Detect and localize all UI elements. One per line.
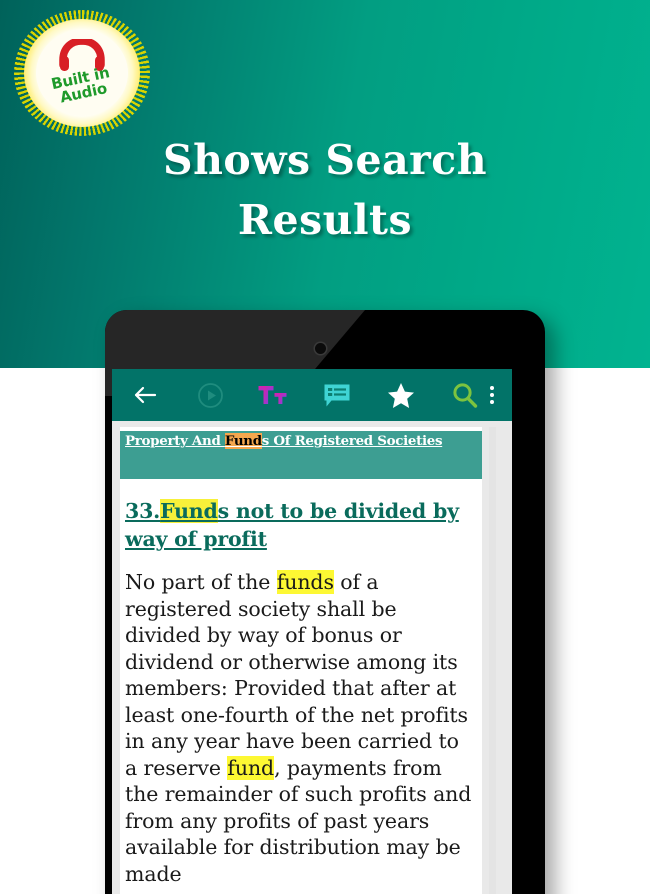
chapter-title-search-match: Fund [224, 433, 262, 449]
tablet-device-frame: Property And Funds Of Registered Societi… [105, 310, 545, 894]
badge-core: Built in Audio [36, 30, 128, 116]
body-search-match-1: funds [276, 570, 334, 594]
back-arrow-icon [134, 386, 157, 404]
chapter-title-banner: Property And Funds Of Registered Societi… [120, 431, 482, 479]
bookmark-button[interactable] [383, 375, 419, 415]
text-size-icon [258, 386, 287, 404]
play-audio-button[interactable] [193, 375, 227, 415]
overflow-menu-icon[interactable] [481, 375, 503, 415]
chapter-title-after: s Of Registered Societies [261, 433, 443, 449]
headline-line-2: Results [237, 196, 413, 244]
body-search-match-2: fund [227, 755, 275, 780]
document-page: Property And Funds Of Registered Societi… [120, 427, 482, 894]
section-heading: 33.Funds not to be divided by way of pro… [125, 497, 465, 553]
app-toolbar [112, 369, 512, 421]
search-icon [452, 382, 477, 408]
front-camera-icon [315, 343, 326, 354]
built-in-audio-badge: Built in Audio [12, 8, 152, 138]
headline-line-1: Shows Search [162, 136, 488, 184]
notes-icon [324, 384, 350, 406]
star-icon [388, 382, 414, 408]
section-body-text: No part of the funds of a registered soc… [125, 569, 473, 887]
chapter-title-text: Property And Funds Of Registered Societi… [125, 433, 478, 449]
search-button[interactable] [447, 375, 481, 415]
vertical-scrollbar[interactable] [489, 427, 496, 894]
chapter-title-before: Property And [125, 433, 225, 449]
section-number: 33. [125, 499, 161, 523]
notes-button[interactable] [319, 375, 355, 415]
section-heading-search-match: Fund [160, 499, 218, 523]
body-part-2: of a registered society shall be divided… [125, 570, 468, 780]
body-part-1: No part of the [125, 570, 277, 594]
page-title: Shows Search Results [0, 130, 650, 250]
back-button[interactable] [125, 375, 165, 415]
device-screen: Property And Funds Of Registered Societi… [112, 369, 512, 894]
document-viewport[interactable]: Property And Funds Of Registered Societi… [112, 421, 512, 894]
overflow-dot-3 [490, 400, 494, 404]
play-circle-icon [197, 382, 223, 408]
overflow-dot-1 [490, 386, 494, 390]
overflow-dot-2 [490, 393, 494, 397]
screenshot-stage: Built in Audio Shows Search Results Prop… [0, 0, 650, 894]
text-size-button[interactable] [255, 375, 291, 415]
